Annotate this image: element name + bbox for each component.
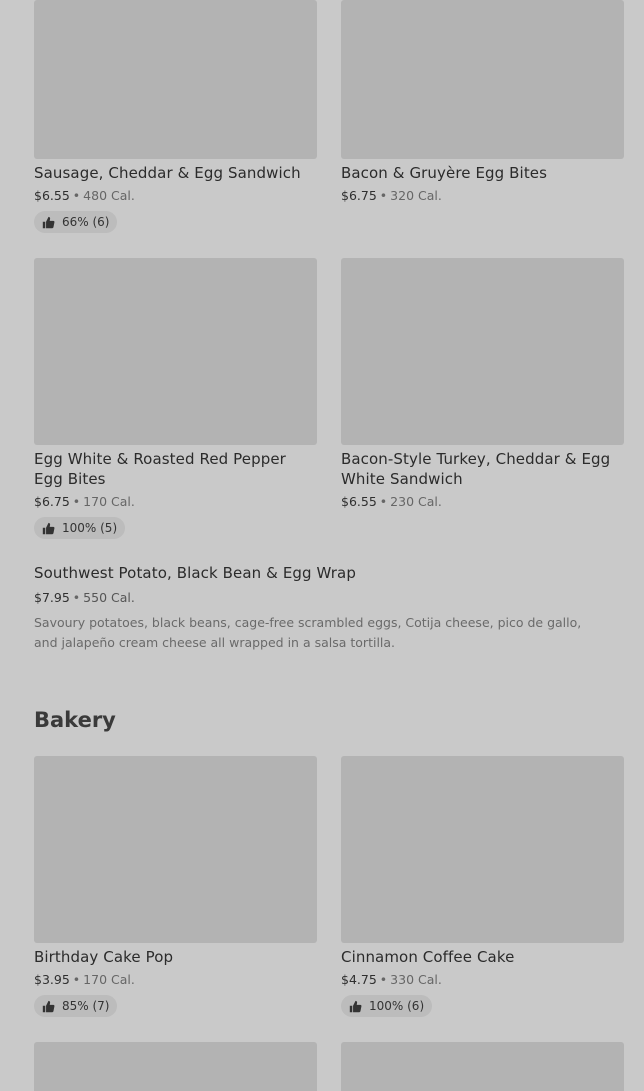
rating-badge: 85% (7) (34, 995, 118, 1017)
featured-item-meta: $7.95 • 550 Cal. (34, 590, 135, 605)
thumbs-up-icon (349, 1000, 362, 1012)
menu-item-image[interactable] (34, 0, 317, 159)
menu-item-image[interactable] (341, 258, 624, 445)
rating-text: 66% (6) (62, 215, 110, 229)
menu-item-price: $4.75 (341, 972, 377, 987)
separator-dot: • (72, 188, 81, 203)
featured-item-description: Savoury potatoes, black beans, cage-free… (34, 615, 582, 650)
menu-item-calories: 480 Cal. (83, 188, 135, 203)
menu-item-meta: $4.75 • 330 Cal. (341, 972, 442, 988)
menu-item-meta: $6.55 • 480 Cal. (34, 188, 135, 204)
featured-item-price: $7.95 (34, 590, 70, 605)
separator-dot: • (72, 494, 81, 509)
menu-item-image[interactable] (34, 258, 317, 445)
menu-item-meta: $3.95 • 170 Cal. (34, 972, 135, 988)
menu-item-name[interactable]: Birthday Cake Pop (34, 947, 317, 967)
separator-dot: • (379, 188, 388, 203)
menu-item-image[interactable] (341, 0, 624, 159)
menu-item-meta: $6.55 • 230 Cal. (341, 494, 442, 510)
menu-item-meta: $6.75 • 170 Cal. (34, 494, 135, 510)
menu-item-calories: 320 Cal. (390, 188, 442, 203)
thumbs-up-icon (42, 216, 55, 228)
menu-item-name[interactable]: Sausage, Cheddar & Egg Sandwich (34, 163, 317, 183)
menu-page: Sausage, Cheddar & Egg Sandwich $6.55 • 48… (0, 0, 644, 1091)
menu-item-price: $3.95 (34, 972, 70, 987)
menu-item-name[interactable]: Bacon & Gruyère Egg Bites (341, 163, 624, 183)
menu-item-price: $6.55 (341, 494, 377, 509)
separator-dot: • (72, 972, 81, 987)
menu-item-meta: $6.75 • 320 Cal. (341, 188, 442, 204)
menu-item-name[interactable]: Cinnamon Coffee Cake (341, 947, 624, 967)
section-title-bakery: Bakery (34, 708, 116, 732)
menu-item-name[interactable]: Egg White & Roasted Red Pepper Egg Bites (34, 449, 317, 489)
menu-item-calories: 330 Cal. (390, 972, 442, 987)
rating-badge: 66% (6) (34, 211, 118, 233)
menu-item-image[interactable] (34, 756, 317, 943)
separator-dot: • (72, 590, 81, 605)
featured-item-calories: 550 Cal. (83, 590, 135, 605)
menu-item-calories: 170 Cal. (83, 972, 135, 987)
rating-badge: 100% (6) (341, 995, 433, 1017)
separator-dot: • (379, 494, 388, 509)
menu-item-name[interactable]: Bacon-Style Turkey, Cheddar & Egg White … (341, 449, 624, 489)
rating-text: 100% (5) (62, 521, 118, 535)
menu-item-image[interactable] (341, 1042, 624, 1091)
menu-item-price: $6.75 (34, 494, 70, 509)
menu-item-calories: 170 Cal. (83, 494, 135, 509)
rating-text: 85% (7) (62, 999, 110, 1013)
menu-item-price: $6.55 (34, 188, 70, 203)
thumbs-up-icon (42, 522, 55, 534)
separator-dot: • (379, 972, 388, 987)
rating-badge: 100% (5) (34, 517, 126, 539)
rating-text: 100% (6) (369, 999, 425, 1013)
menu-item-calories: 230 Cal. (390, 494, 442, 509)
featured-item-name[interactable]: Southwest Potato, Black Bean & Egg Wrap (34, 564, 356, 582)
menu-item-image[interactable] (34, 1042, 317, 1091)
menu-item-price: $6.75 (341, 188, 377, 203)
menu-item-image[interactable] (341, 756, 624, 943)
thumbs-up-icon (42, 1000, 55, 1012)
